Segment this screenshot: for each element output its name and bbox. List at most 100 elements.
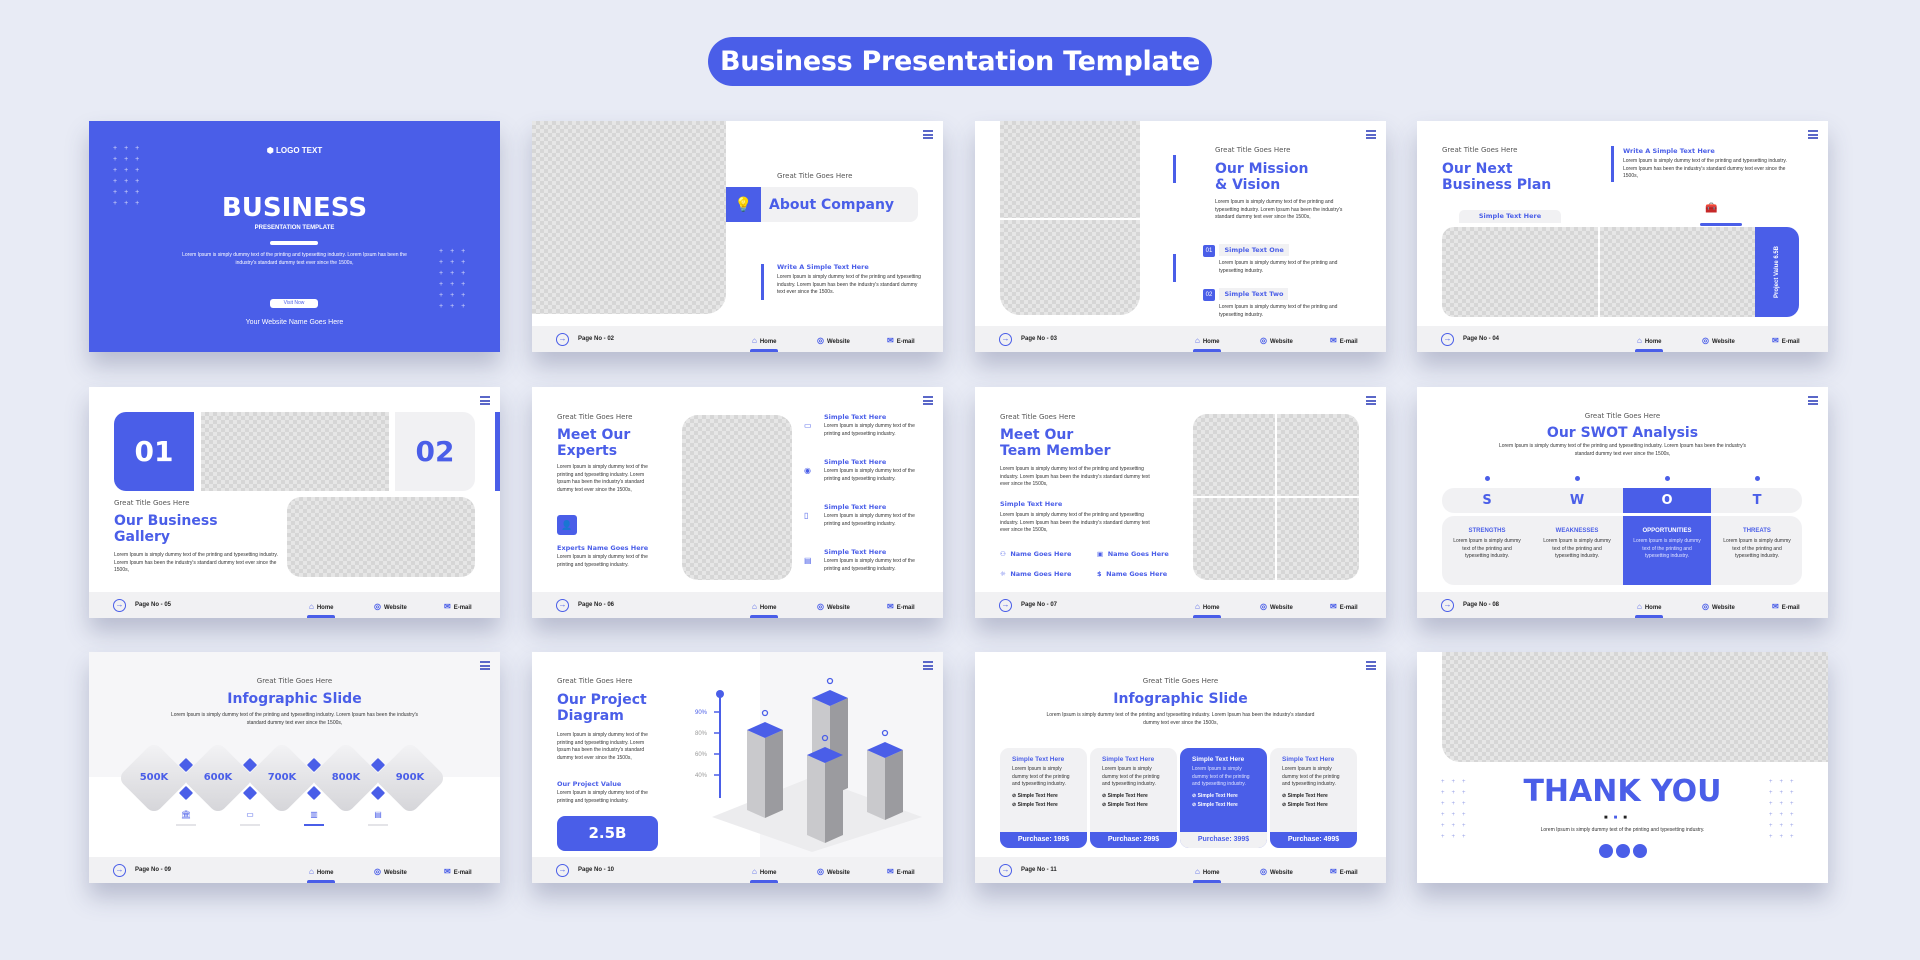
arrow-right-icon[interactable]: → [556,333,569,346]
website-link[interactable]: ◎ Website [1702,336,1735,345]
website-link[interactable]: ◎ Website [817,336,850,345]
slide-thank-you[interactable]: +++ +++ +++ +++ +++ +++ +++ +++ +++ +++ … [1417,652,1828,883]
email-link[interactable]: ✉ E-mail [887,867,915,876]
website-link[interactable]: ◎ Website [817,602,850,611]
arrow-right-icon[interactable]: → [556,864,569,877]
home-link[interactable]: ⌂ Home [752,336,777,345]
website-link[interactable]: ◎ Website [1702,602,1735,611]
menu-icon[interactable] [923,661,933,670]
pricing-card[interactable]: Simple Text Here Lorem Ipsum is simply d… [1180,748,1267,848]
plan-text: Lorem Ipsum is simply dummy text of the … [1102,766,1160,787]
visit-now-button[interactable]: Visit Now [270,299,318,308]
arrow-right-icon[interactable]: → [113,864,126,877]
slide-infographic-values[interactable]: Great Title Goes Here Infographic Slide … [89,652,500,883]
menu-icon[interactable] [1366,396,1376,405]
slide-meet-experts[interactable]: Great Title Goes Here Meet Our Experts Lo… [532,387,943,618]
pricing-card[interactable]: Simple Text Here Lorem Ipsum is simply d… [1090,748,1177,848]
plan-feature: ⊘ Simple Text Here [1012,801,1058,808]
chart-icon: ◉ [804,466,811,475]
arrow-right-icon[interactable]: → [999,864,1012,877]
home-link[interactable]: ⌂ Home [1637,336,1662,345]
menu-icon[interactable] [480,661,490,670]
plan-feature: ⊘ Simple Text Here [1282,801,1328,808]
accent-bar [1173,254,1176,282]
purchase-button[interactable]: Purchase: 199$ [1000,832,1087,848]
arrow-right-icon[interactable]: → [1441,599,1454,612]
menu-icon[interactable] [923,130,933,139]
slide-business-gallery[interactable]: 01 02 Great Title Goes Here Our Business… [89,387,500,618]
icon-underline [176,824,196,826]
swot-label: STRENGTHS [1468,528,1506,534]
axis-tick-label: 40% [695,773,708,779]
home-link[interactable]: ⌂ Home [309,602,334,611]
home-icon: ⌂ [752,867,757,876]
pricing-card[interactable]: Simple Text Here Lorem Ipsum is simply d… [1270,748,1357,848]
home-link[interactable]: ⌂ Home [1637,602,1662,611]
slide-swot[interactable]: Great Title Goes Here Our SWOT Analysis … [1417,387,1828,618]
menu-icon[interactable] [480,396,490,405]
home-link[interactable]: ⌂ Home [752,867,777,876]
footer: → Page No - 03 ⌂ Home ◎ Website ✉ E-mail [975,326,1386,352]
active-indicator [307,880,335,883]
bug-icon: ☼ [1000,570,1006,578]
arrow-right-icon[interactable]: → [1441,333,1454,346]
expert-name: Experts Name Goes Here [557,544,649,552]
menu-icon[interactable] [1808,396,1818,405]
email-link[interactable]: ✉ E-mail [887,336,915,345]
swot-card: STRENGTHS Lorem Ipsum is simply dummy tex… [1443,516,1531,585]
website-link[interactable]: ◎ Website [1260,867,1293,876]
website-link[interactable]: ◎ Website [1260,602,1293,611]
website-link[interactable]: ◎ Website [374,602,407,611]
email-link[interactable]: ✉ E-mail [887,602,915,611]
home-icon: ⌂ [752,602,757,611]
arrow-right-icon[interactable]: → [113,599,126,612]
slide-business-plan[interactable]: Great Title Goes Here Our Next Business P… [1417,121,1828,352]
menu-icon[interactable] [1366,130,1376,139]
globe-icon: ◎ [1702,602,1709,611]
plan-text: Lorem Ipsum is simply dummy text of the … [1192,766,1250,787]
home-link[interactable]: ⌂ Home [1195,867,1220,876]
pricing-card[interactable]: Simple Text Here Lorem Ipsum is simply d… [1000,748,1087,848]
home-link[interactable]: ⌂ Home [309,867,334,876]
purchase-button[interactable]: Purchase: 399$ [1180,832,1267,848]
slide-infographic-pricing[interactable]: Great Title Goes Here Infographic Slide … [975,652,1386,883]
menu-icon[interactable] [1366,661,1376,670]
email-link[interactable]: ✉ E-mail [1330,336,1358,345]
slide-cover[interactable]: +++ +++ +++ +++ +++ +++ +++ +++ +++ +++ … [89,121,500,352]
globe-icon: ◎ [1260,336,1267,345]
plan-title: Simple Text Here [1012,756,1065,763]
slide-title: Our Business Gallery [114,513,218,545]
accent-bar [761,264,764,300]
slide-about-company[interactable]: Great Title Goes Here 💡 About Company Wr… [532,121,943,352]
purchase-button[interactable]: Purchase: 299$ [1090,832,1177,848]
email-link[interactable]: ✉ E-mail [444,867,472,876]
slide-title: Our Next Business Plan [1442,161,1552,193]
home-link[interactable]: ⌂ Home [1195,602,1220,611]
purchase-button[interactable]: Purchase: 499$ [1270,832,1357,848]
email-link[interactable]: ✉ E-mail [1330,602,1358,611]
slide-mission-vision[interactable]: Great Title Goes Here Our Mission & Visio… [975,121,1386,352]
home-link[interactable]: ⌂ Home [752,602,777,611]
email-link[interactable]: ✉ E-mail [1772,602,1800,611]
menu-icon[interactable] [923,396,933,405]
id-card-icon: ▣ [1097,550,1104,558]
slide-team-member[interactable]: Great Title Goes Here Meet Our Team Membe… [975,387,1386,618]
email-link[interactable]: ✉ E-mail [1330,867,1358,876]
email-link[interactable]: ✉ E-mail [1772,336,1800,345]
arrow-right-icon[interactable]: → [999,333,1012,346]
email-link[interactable]: ✉ E-mail [444,602,472,611]
swot-letter: W [1569,493,1585,508]
slide-project-diagram[interactable]: Great Title Goes Here Our Project Diagram… [532,652,943,883]
website-link[interactable]: ◎ Website [1260,336,1293,345]
footer: → Page No - 04 ⌂ Home ◎ Website ✉ E-mail [1417,326,1828,352]
arrow-right-icon[interactable]: → [556,599,569,612]
swot-text: Lorem Ipsum is simply dummy text of the … [1633,538,1701,559]
arrow-right-icon[interactable]: → [999,599,1012,612]
website-link[interactable]: ◎ Website [817,867,850,876]
home-link[interactable]: ⌂ Home [1195,336,1220,345]
plan-text: Lorem Ipsum is simply dummy text of the … [1012,766,1070,787]
tab-label[interactable]: Simple Text Here [1459,210,1561,223]
slide-title: Meet Our Experts [557,427,631,459]
website-link[interactable]: ◎ Website [374,867,407,876]
menu-icon[interactable] [1808,130,1818,139]
